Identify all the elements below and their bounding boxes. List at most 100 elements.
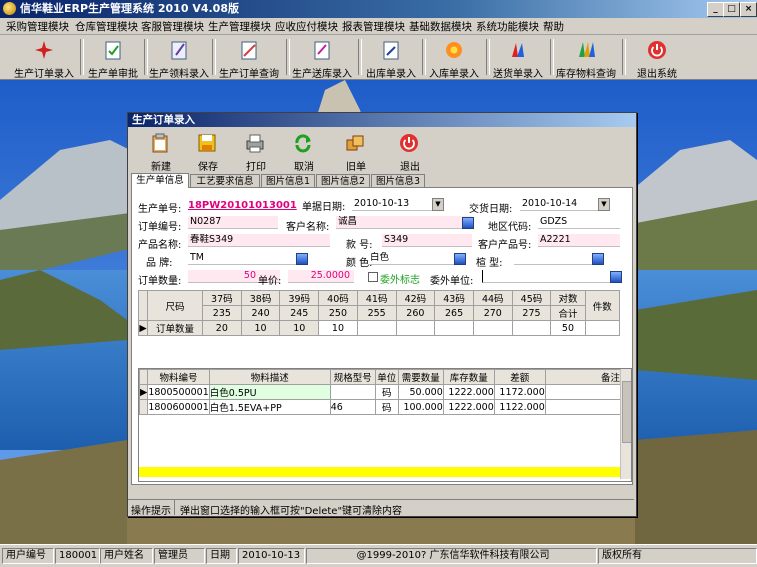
size-qty-cell[interactable]: 10 [318, 320, 358, 336]
menu-receivables[interactable]: 应收应付模块 [275, 19, 338, 34]
size-qty-cell[interactable] [434, 320, 474, 336]
material-need-cell[interactable]: 50.000 [397, 384, 444, 400]
toolbar-outbound-entry[interactable]: 出库单录入 [362, 37, 420, 80]
size-qty-cell[interactable] [395, 320, 436, 336]
material-need-cell[interactable]: 100.000 [397, 399, 444, 415]
exit-button[interactable]: 退出 [388, 131, 432, 173]
brand-field[interactable]: TM [188, 252, 302, 265]
size-qty-cell[interactable] [472, 320, 513, 336]
material-desc-cell[interactable]: 白色1.5EVA+PP [208, 399, 331, 415]
document-out-icon [383, 41, 399, 60]
material-code-cell[interactable]: 1800500001 [147, 384, 210, 400]
table-row[interactable]: 1800600001 白色1.5EVA+PP 46 码 100.000 1222… [139, 399, 622, 415]
toolbar-inbound-entry[interactable]: 入库单录入 [425, 37, 483, 80]
minimize-button[interactable]: _ [707, 2, 724, 17]
material-diff-cell[interactable]: 1172.000 [493, 384, 546, 400]
material-diff-cell[interactable]: 1122.000 [493, 399, 546, 415]
toolbar-prod-order-entry[interactable]: 生产订单录入 [10, 37, 78, 80]
material-col-header: 需要数量 [397, 369, 444, 385]
new-button[interactable]: 新建 [139, 131, 183, 173]
region-field[interactable]: GDZS [538, 216, 620, 229]
current-row-arrow-icon: ▶ [139, 384, 149, 400]
toolbar-exit-system[interactable]: 退出系统 [628, 37, 686, 80]
material-unit-cell[interactable]: 码 [374, 384, 399, 400]
order-no-field[interactable]: N0287 [188, 216, 278, 229]
toolbar-material-requisition[interactable]: 生产领料录入 [148, 37, 210, 80]
brand-lookup-icon[interactable] [296, 253, 308, 265]
material-col-header: 规格型号 [329, 369, 376, 385]
color-field[interactable]: 白色 [368, 252, 462, 265]
product-field[interactable]: 春鞋S349 [188, 234, 330, 247]
menu-customer-service[interactable]: 客服管理模块 [141, 19, 204, 34]
last-type-field[interactable] [514, 252, 602, 265]
toolbar-prod-approval[interactable]: 生产单审批 [84, 37, 142, 80]
bill-date-field[interactable]: 2010-10-13 [352, 198, 444, 211]
customer-field[interactable]: 诚昌 [336, 216, 472, 229]
toolbar-prod-delivery-entry[interactable]: 生产送库录入 [288, 37, 356, 80]
menu-reports[interactable]: 报表管理模块 [342, 19, 405, 34]
size-col-header: 43码 [434, 290, 474, 306]
old-order-button[interactable]: 旧单 [334, 131, 378, 173]
material-spec-cell[interactable]: 46 [329, 399, 376, 415]
scrollbar-thumb[interactable] [622, 381, 631, 443]
table-row[interactable]: ▶ 1800500001 白色0.5PU 码 50.000 1222.000 1… [139, 384, 622, 400]
size-col-header: 42码 [395, 290, 436, 306]
material-col-header: 物料编号 [147, 369, 210, 385]
menu-purchase[interactable]: 采购管理模块 [6, 19, 69, 34]
toolbar-inventory-query[interactable]: 库存物料查询 [553, 37, 619, 80]
tab-picture-2[interactable]: 图片信息2 [316, 174, 370, 188]
print-button[interactable]: 打印 [234, 131, 278, 173]
unit-price-field[interactable]: 25.0000 [288, 270, 354, 283]
bill-date-dropdown-icon[interactable]: ▼ [432, 198, 444, 211]
customer-lookup-icon[interactable] [462, 217, 474, 229]
toolbar-prod-order-query[interactable]: 生产订单查询 [215, 37, 283, 80]
size-qty-cell[interactable] [356, 320, 397, 336]
tab-picture-3[interactable]: 图片信息3 [371, 174, 425, 188]
material-remark-cell[interactable] [544, 399, 622, 415]
material-unit-cell[interactable]: 码 [374, 399, 399, 415]
material-desc-cell[interactable]: 白色0.5PU [208, 384, 331, 400]
size-code-cell: 240 [240, 305, 281, 321]
app-title: 信华鞋业ERP生产管理系统 2010 V4.08版 [20, 2, 239, 15]
date-value: 2010-10-13 [238, 548, 305, 564]
maximize-button[interactable]: □ [723, 2, 740, 17]
vertical-scrollbar[interactable] [620, 369, 631, 479]
close-button[interactable]: × [740, 2, 757, 17]
material-remark-cell[interactable] [544, 384, 622, 400]
material-spec-cell[interactable] [329, 384, 376, 400]
outsource-unit-field[interactable] [482, 270, 621, 283]
hint-text: 弹出窗口选择的输入框可按"Delete"键可清除内容 [180, 506, 403, 517]
delivery-date-dropdown-icon[interactable]: ▼ [598, 198, 610, 211]
size-grid: 尺码 37码 38码 39码 40码 41码 42码 43码 44码 45码 对… [138, 290, 621, 336]
outsource-unit-lookup-icon[interactable] [610, 271, 622, 283]
size-qty-cell[interactable]: 10 [240, 320, 281, 336]
toolbar-delivery-note-entry[interactable]: 送货单录入 [489, 37, 547, 80]
size-col-header: 37码 [202, 290, 242, 306]
menu-warehouse[interactable]: 仓库管理模块 [75, 19, 138, 34]
delivery-date-field[interactable]: 2010-10-14 [520, 198, 610, 211]
tab-production-info[interactable]: 生产单信息 [131, 173, 189, 188]
size-qty-cell[interactable]: 20 [202, 320, 242, 336]
style-no-field[interactable]: S349 [382, 234, 472, 247]
size-qty-cell[interactable] [511, 320, 552, 336]
floppy-disk-icon [198, 134, 216, 152]
cancel-button[interactable]: 取消 [282, 131, 326, 173]
menu-production[interactable]: 生产管理模块 [208, 19, 271, 34]
tab-picture-1[interactable]: 图片信息1 [261, 174, 315, 188]
outsource-checkbox[interactable] [368, 272, 378, 282]
material-code-cell[interactable]: 1800600001 [147, 399, 210, 415]
cust-product-field[interactable]: A2221 [538, 234, 620, 247]
rights-text: 版权所有 [598, 548, 757, 564]
save-button[interactable]: 保存 [186, 131, 230, 173]
size-col-header: 39码 [279, 290, 320, 306]
material-stock-cell[interactable]: 1222.000 [442, 384, 495, 400]
tab-process-requirements[interactable]: 工艺要求信息 [190, 174, 260, 188]
size-qty-cell[interactable]: 10 [279, 320, 320, 336]
menu-system[interactable]: 系统功能模块 [476, 19, 539, 34]
color-lookup-icon[interactable] [454, 253, 466, 265]
menu-help[interactable]: 帮助 [543, 19, 564, 34]
last-type-lookup-icon[interactable] [592, 253, 604, 265]
material-stock-cell[interactable]: 1222.000 [442, 399, 495, 415]
hint-divider [174, 500, 175, 515]
menu-basic-data[interactable]: 基础数据模块 [409, 19, 472, 34]
